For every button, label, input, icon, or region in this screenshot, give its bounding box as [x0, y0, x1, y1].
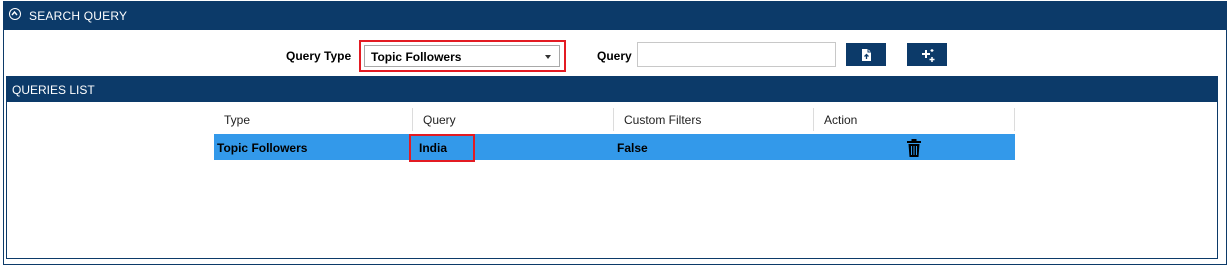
chevron-up-circle-icon[interactable] [9, 8, 21, 20]
add-query-button[interactable] [907, 43, 947, 66]
query-input[interactable] [637, 42, 836, 67]
column-header-action[interactable]: Action [814, 108, 1015, 131]
upload-file-icon [862, 49, 871, 61]
dropdown-caret-icon[interactable] [545, 55, 551, 59]
column-label: Query [423, 113, 456, 127]
column-header-custom-filters[interactable]: Custom Filters [614, 108, 814, 131]
trash-icon[interactable] [906, 139, 922, 157]
column-header-type[interactable]: Type [214, 108, 413, 131]
query-type-highlight: Topic Followers [359, 40, 566, 72]
add-sparkle-icon [922, 49, 935, 62]
query-cell-highlight [409, 134, 475, 162]
table-row[interactable]: Topic Followers India False [214, 134, 1015, 160]
cell-custom-filters-text: False [617, 141, 648, 155]
cell-custom-filters: False [614, 134, 814, 160]
queries-list-title: QUERIES LIST [12, 83, 95, 97]
column-label: Custom Filters [624, 113, 702, 127]
search-query-title: SEARCH QUERY [29, 9, 128, 23]
column-header-query[interactable]: Query [413, 108, 614, 131]
column-label: Type [224, 113, 251, 127]
queries-list-header: QUERIES LIST [6, 76, 1218, 102]
upload-button[interactable] [846, 43, 886, 66]
query-type-label: Query Type [286, 49, 352, 63]
search-query-header[interactable]: SEARCH QUERY [4, 2, 1226, 30]
cell-type-text: Topic Followers [217, 141, 308, 155]
query-type-select[interactable]: Topic Followers [364, 45, 560, 67]
cell-type: Topic Followers [214, 134, 413, 160]
query-label: Query [597, 49, 632, 63]
table-header: Type Query Custom Filters Action [214, 108, 1015, 131]
column-label: Action [824, 113, 858, 127]
query-type-value: Topic Followers [371, 50, 462, 64]
